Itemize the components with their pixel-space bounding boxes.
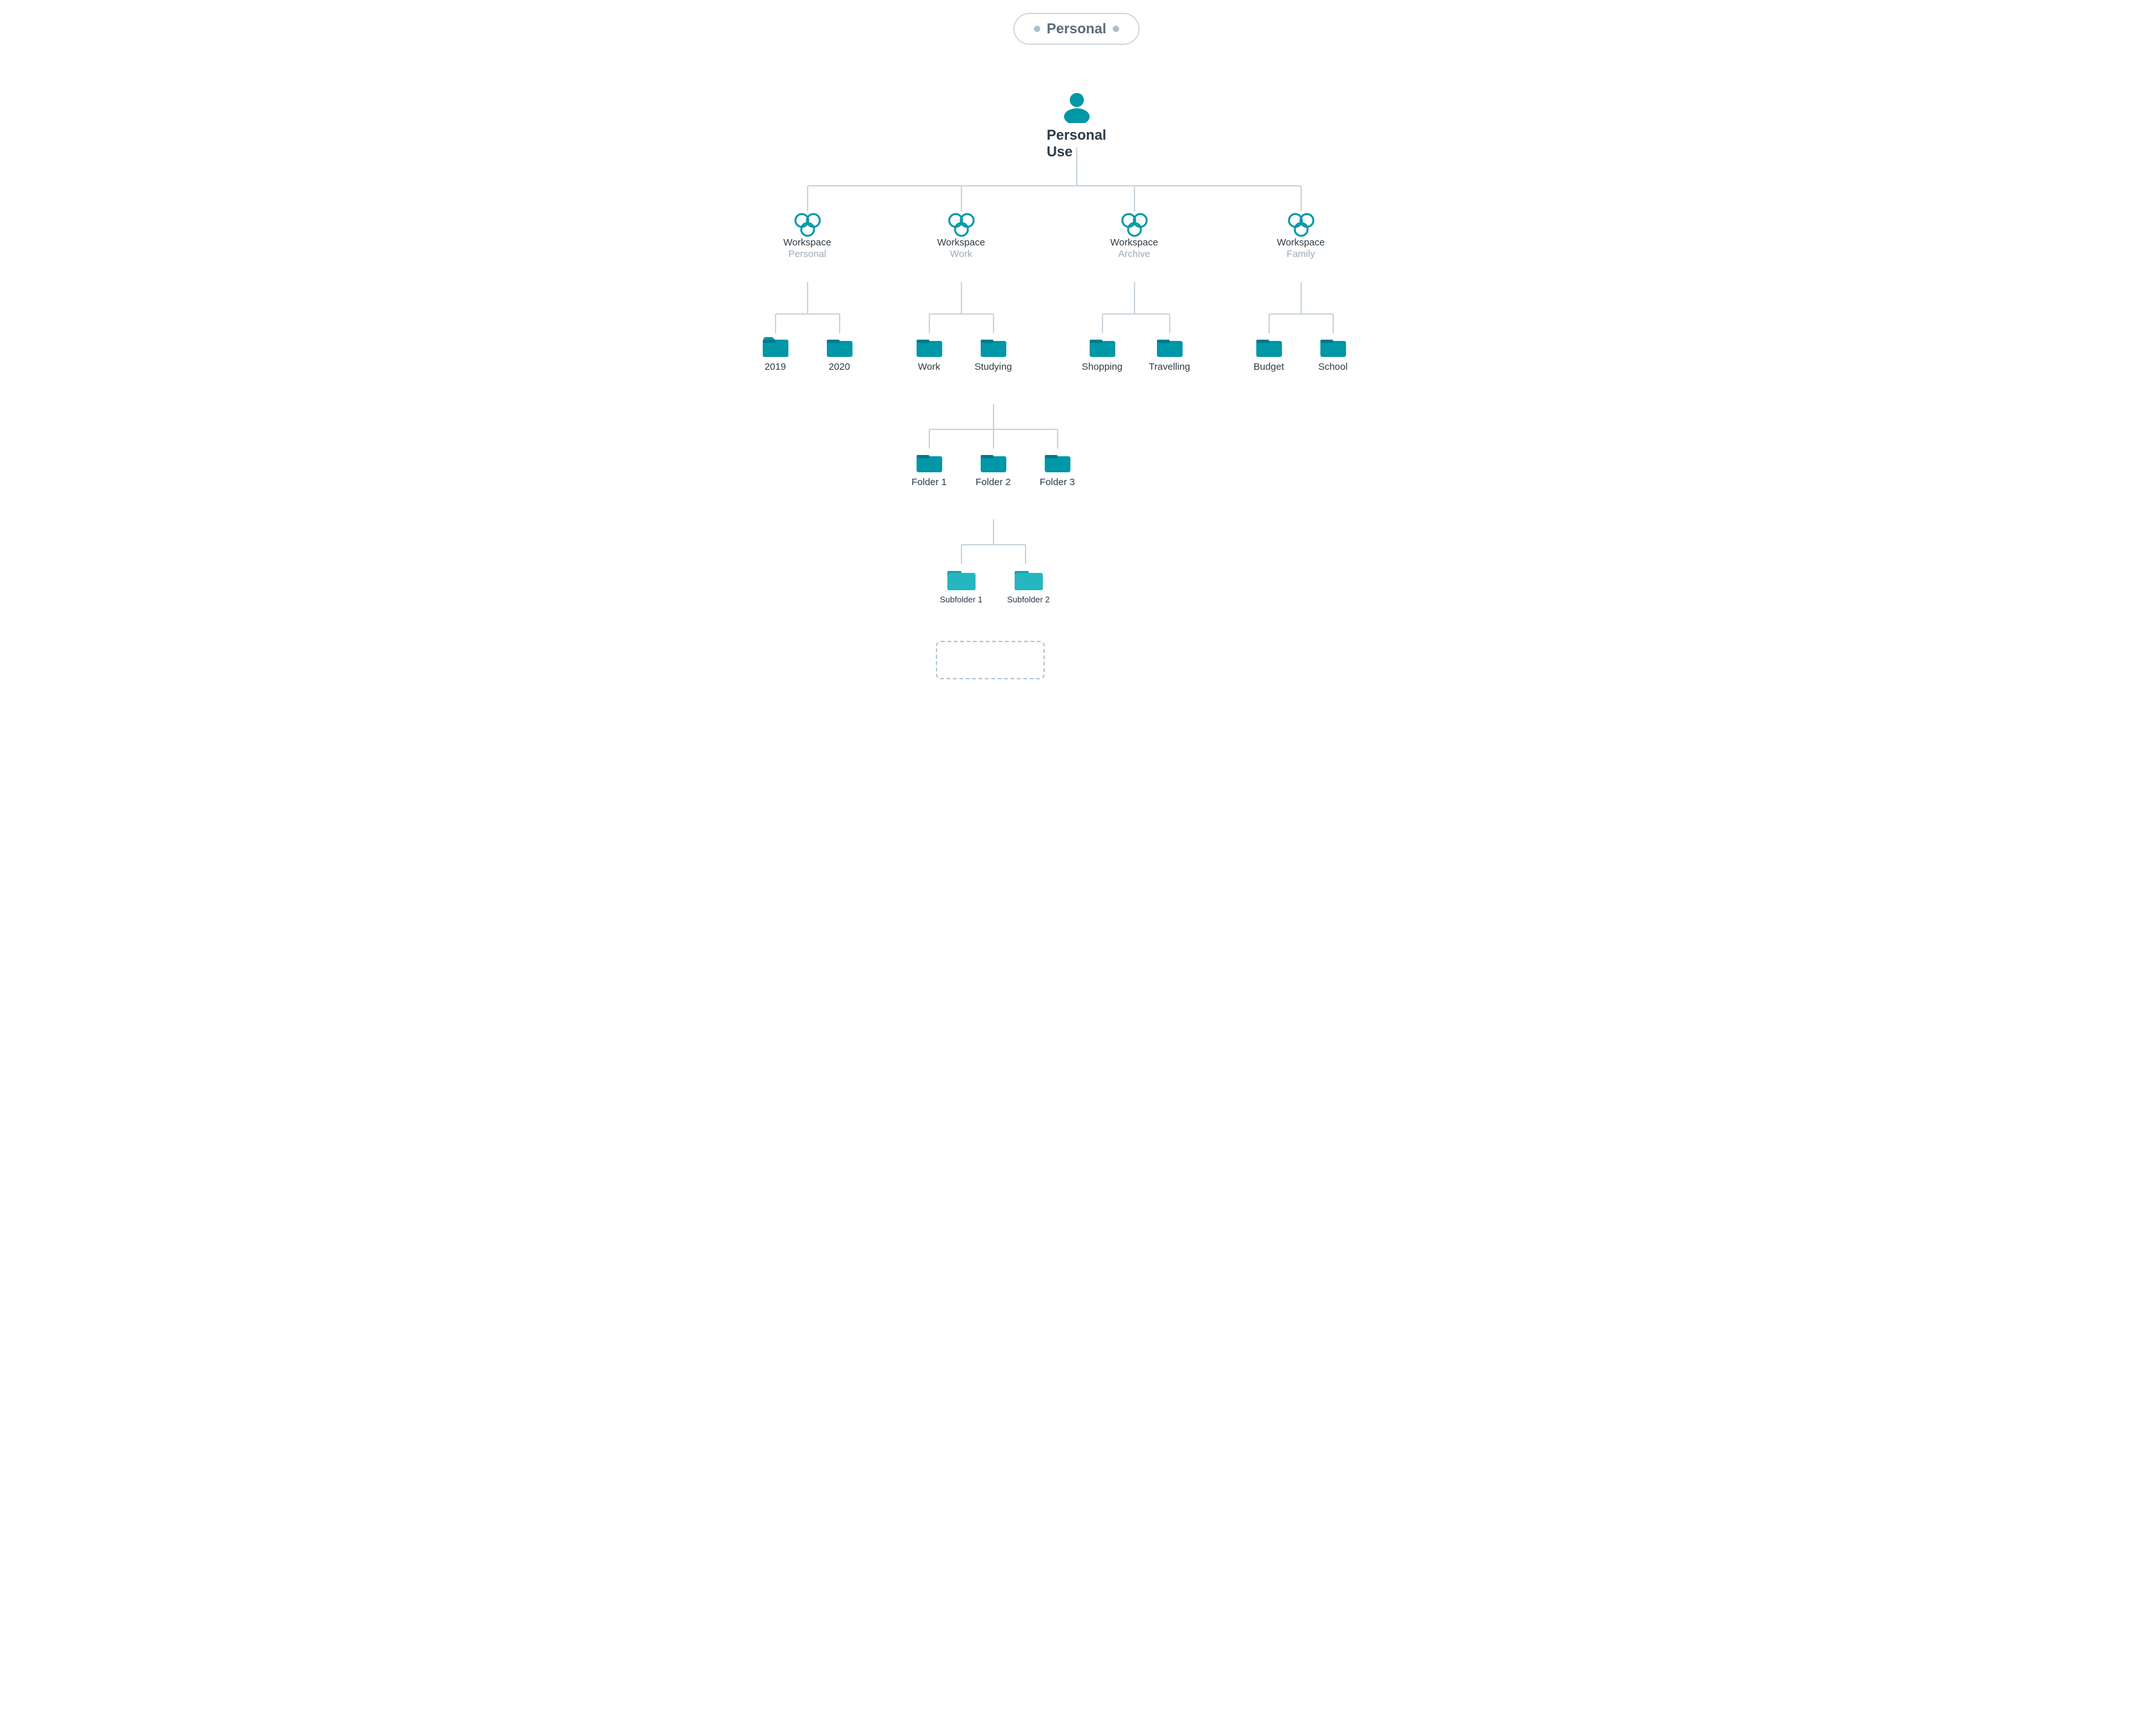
folder-2020-label: 2020 <box>829 361 850 372</box>
ws-work-line1: Workspace <box>937 237 985 249</box>
subfolder-2[interactable]: Subfolder 2 <box>1000 564 1058 604</box>
root-node[interactable]: Personal Use <box>1051 90 1102 160</box>
folder-icon-work <box>915 333 944 359</box>
folder-icon-studying <box>979 333 1008 359</box>
ws-family-line1: Workspace <box>1277 237 1325 249</box>
folder-icon-budget <box>1254 333 1284 359</box>
folder-travelling[interactable]: Travelling <box>1144 333 1195 372</box>
dashed-placeholder[interactable] <box>936 641 1045 679</box>
folder-2019-label: 2019 <box>765 361 786 372</box>
workspace-icon <box>793 211 822 237</box>
folder-icon-2 <box>979 449 1008 474</box>
folder-budget[interactable]: Budget <box>1243 333 1295 372</box>
ws-archive-line1: Workspace <box>1110 237 1158 249</box>
connector-lines <box>724 83 1429 699</box>
folder-studying[interactable]: Studying <box>968 333 1019 372</box>
pill-dot-right <box>1113 26 1119 32</box>
ws-archive-line2: Archive <box>1118 249 1150 260</box>
folder-studying-label: Studying <box>974 361 1011 372</box>
folder-icon-shopping <box>1088 333 1117 359</box>
folder-2[interactable]: Folder 2 <box>968 449 1019 488</box>
folder-work[interactable]: Work <box>904 333 955 372</box>
folder-icon-school <box>1318 333 1348 359</box>
workspace-archive[interactable]: Workspace Archive <box>1102 211 1167 260</box>
ws-family-line2: Family <box>1286 249 1315 260</box>
folder-travelling-label: Travelling <box>1149 361 1190 372</box>
folder-icon-sub2 <box>1013 564 1045 592</box>
subfolder-1[interactable]: Subfolder 1 <box>933 564 990 604</box>
folder-icon-2020 <box>825 333 854 359</box>
user-icon <box>1060 90 1093 123</box>
workspace-icon-family <box>1286 211 1316 237</box>
folder-school[interactable]: School <box>1308 333 1359 372</box>
workspace-personal[interactable]: Workspace Personal <box>776 211 840 260</box>
folder-3[interactable]: Folder 3 <box>1032 449 1083 488</box>
subfolder-1-label: Subfolder 1 <box>940 595 983 604</box>
folder-icon-2019 <box>761 333 790 359</box>
folder-icon-3 <box>1043 449 1072 474</box>
top-pill[interactable]: Personal <box>1013 13 1140 45</box>
folder-2019[interactable]: 2019 <box>750 333 801 372</box>
folder-work-label: Work <box>918 361 940 372</box>
folder-2-label: Folder 2 <box>976 477 1011 488</box>
folder-shopping-label: Shopping <box>1082 361 1122 372</box>
workspace-icon-work <box>947 211 976 237</box>
folder-shopping[interactable]: Shopping <box>1077 333 1128 372</box>
folder-1-label: Folder 1 <box>911 477 947 488</box>
tree-diagram: Personal Use Workspace Personal Workspac… <box>724 83 1429 699</box>
ws-work-line2: Work <box>950 249 972 260</box>
folder-budget-label: Budget <box>1254 361 1284 372</box>
pill-dot-left <box>1034 26 1040 32</box>
subfolder-2-label: Subfolder 2 <box>1007 595 1050 604</box>
ws-personal-line2: Personal <box>788 249 826 260</box>
folder-icon-sub1 <box>945 564 977 592</box>
ws-personal-line1: Workspace <box>783 237 831 249</box>
folder-2020[interactable]: 2020 <box>814 333 865 372</box>
workspace-icon-archive <box>1120 211 1149 237</box>
folder-school-label: School <box>1318 361 1348 372</box>
pill-label: Personal <box>1047 21 1106 37</box>
folder-icon-1 <box>915 449 944 474</box>
folder-1[interactable]: Folder 1 <box>904 449 955 488</box>
workspace-work[interactable]: Workspace Work <box>929 211 993 260</box>
folder-3-label: Folder 3 <box>1040 477 1075 488</box>
workspace-family[interactable]: Workspace Family <box>1269 211 1333 260</box>
folder-icon-travelling <box>1155 333 1185 359</box>
root-label: Personal Use <box>1047 127 1106 160</box>
